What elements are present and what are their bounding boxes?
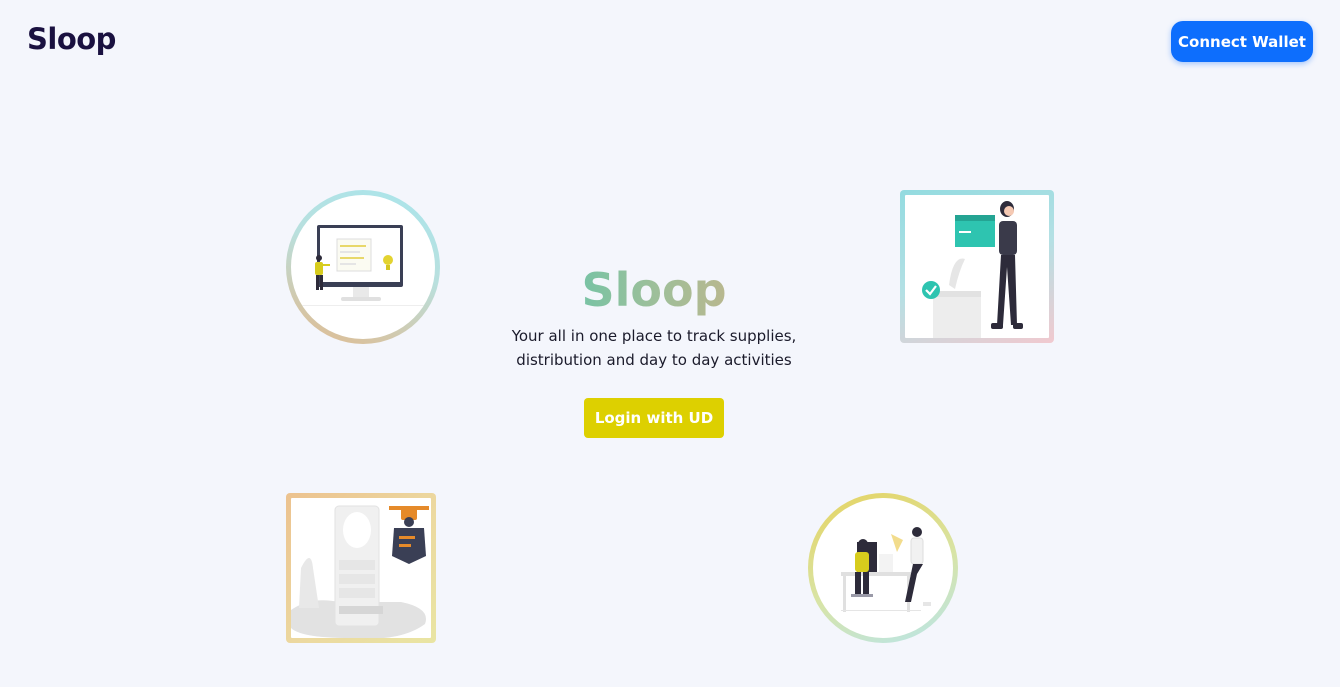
screen-line — [340, 245, 366, 247]
man-head — [858, 539, 868, 549]
screen-line — [340, 257, 364, 259]
standing-shirt — [910, 537, 924, 565]
illustration-canvas — [291, 195, 435, 339]
team-at-desk-illustration — [808, 493, 958, 643]
woman-legs — [997, 255, 1017, 325]
check-circle-icon — [922, 281, 940, 299]
hero-subtitle-line-2: distribution and day to day activities — [516, 351, 792, 369]
monitor-base — [341, 297, 381, 301]
woman-carrying-box-illustration — [900, 190, 1054, 343]
illustration-canvas — [291, 498, 431, 638]
login-with-ud-button[interactable]: Login with UD — [584, 398, 724, 438]
standing-head — [912, 527, 922, 537]
illustration-canvas — [813, 498, 953, 638]
woman-torso — [999, 221, 1017, 255]
person-shirt — [315, 262, 323, 275]
screen-line — [340, 263, 356, 265]
illustration-canvas — [905, 195, 1049, 338]
connect-wallet-button[interactable]: Connect Wallet — [1171, 21, 1313, 62]
hero-subtitle: Your all in one place to track supplies,… — [470, 324, 838, 372]
drone-delivery-graphic — [291, 505, 429, 638]
paper-flying — [891, 534, 903, 552]
person-head — [316, 255, 322, 261]
desk — [841, 572, 911, 576]
drone-camera — [404, 517, 414, 527]
person-at-monitor-graphic — [291, 225, 435, 306]
lightbulb-icon — [383, 255, 393, 265]
building-window — [343, 512, 371, 548]
plant-leaf — [949, 258, 965, 289]
hero-section: Sloop Your all in one place to track sup… — [470, 262, 838, 372]
plant-silhouette — [299, 558, 319, 608]
man-shirt — [855, 552, 869, 572]
drone-delivery-illustration — [286, 493, 436, 643]
screen-line — [340, 251, 360, 253]
chair — [851, 594, 873, 597]
monitor-stand — [353, 287, 369, 297]
woman-carrying-box-graphic — [922, 201, 1023, 338]
screen-card — [336, 238, 372, 272]
hero-title: Sloop — [470, 262, 838, 318]
brand-logo[interactable]: Sloop — [27, 22, 116, 56]
team-at-desk-graphic — [841, 527, 931, 612]
woman-face — [1004, 206, 1014, 216]
shelf-block — [933, 295, 981, 338]
hero-subtitle-line-1: Your all in one place to track supplies, — [511, 327, 797, 345]
person-at-monitor-illustration — [286, 190, 440, 344]
